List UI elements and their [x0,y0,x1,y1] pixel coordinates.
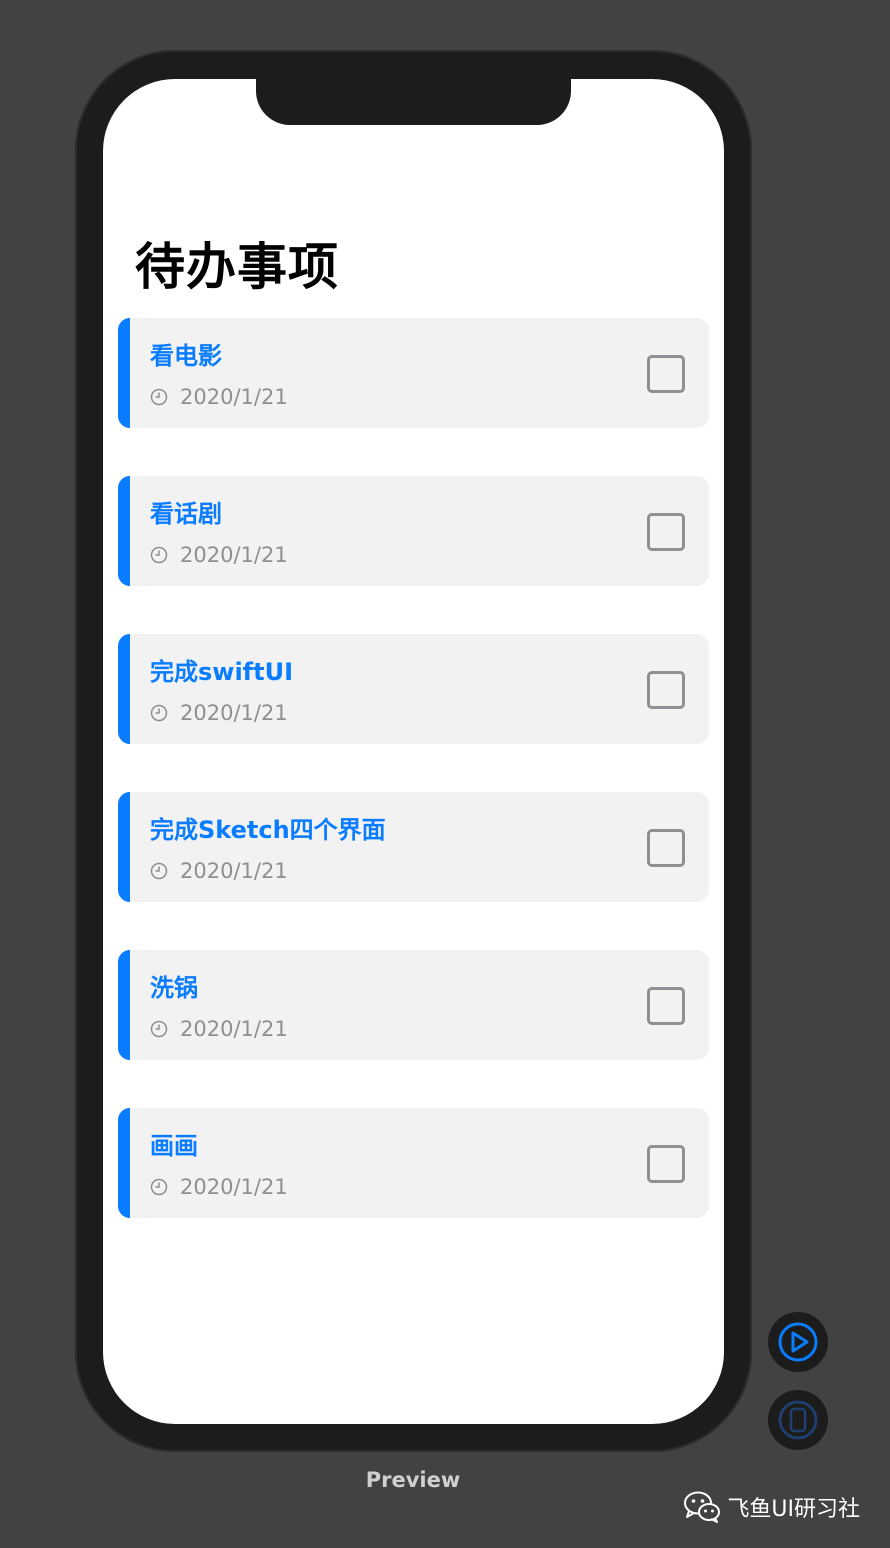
todo-item[interactable]: 完成swiftUI 2020/1/21 [118,634,709,744]
todo-date: 2020/1/21 [180,1175,288,1199]
device-screen: 待办事项 看电影 2020/1/21 看话剧 2020/1/21 完成swift… [103,79,724,1424]
clock-icon [150,1178,168,1196]
accent-bar [118,476,130,586]
accent-bar [118,950,130,1060]
accent-bar [118,1108,130,1218]
nav-title: 待办事项 [135,238,339,296]
todo-date: 2020/1/21 [180,701,288,725]
todo-date: 2020/1/21 [180,543,288,567]
xcode-canvas: 待办事项 看电影 2020/1/21 看话剧 2020/1/21 完成swift… [0,0,890,1548]
todo-item[interactable]: 看话剧 2020/1/21 [118,476,709,586]
date-row: 2020/1/21 [150,700,288,726]
todo-title: 完成Sketch四个界面 [150,816,386,844]
device-notch [256,79,571,125]
wechat-icon [684,1491,721,1523]
todo-title: 看电影 [150,342,222,370]
watermark-text: 飞鱼UI研习社 [727,1497,860,1522]
todo-date: 2020/1/21 [180,385,288,409]
todo-date: 2020/1/21 [180,859,288,883]
todo-item[interactable]: 完成Sketch四个界面 2020/1/21 [118,792,709,902]
todo-checkbox[interactable] [647,355,685,393]
watermark: 飞鱼UI研习社 [683,1490,860,1524]
todo-title: 完成swiftUI [150,658,294,686]
preview-on-device-button[interactable] [768,1390,828,1450]
todo-title: 画画 [150,1132,198,1160]
accent-bar [118,318,130,428]
clock-icon [150,704,168,722]
todo-checkbox[interactable] [647,987,685,1025]
todo-item[interactable]: 洗锅 2020/1/21 [118,950,709,1060]
preview-label: Preview [365,1468,461,1492]
todo-checkbox[interactable] [647,1145,685,1183]
clock-icon [150,1020,168,1038]
accent-bar [118,792,130,902]
date-row: 2020/1/21 [150,1016,288,1042]
clock-icon [150,388,168,406]
todo-checkbox[interactable] [647,513,685,551]
date-row: 2020/1/21 [150,384,288,410]
live-preview-button[interactable] [768,1312,828,1372]
todo-checkbox[interactable] [647,829,685,867]
device-icon [778,1400,818,1440]
todo-date: 2020/1/21 [180,1017,288,1041]
play-circle-icon [778,1322,818,1362]
clock-icon [150,862,168,880]
date-row: 2020/1/21 [150,1174,288,1200]
todo-title: 洗锅 [150,974,198,1002]
date-row: 2020/1/21 [150,542,288,568]
todo-item[interactable]: 画画 2020/1/21 [118,1108,709,1218]
todo-checkbox[interactable] [647,671,685,709]
clock-icon [150,546,168,564]
todo-title: 看话剧 [150,500,222,528]
date-row: 2020/1/21 [150,858,288,884]
todo-list: 看电影 2020/1/21 看话剧 2020/1/21 完成swiftUI 20… [118,318,709,1266]
todo-item[interactable]: 看电影 2020/1/21 [118,318,709,428]
accent-bar [118,634,130,744]
